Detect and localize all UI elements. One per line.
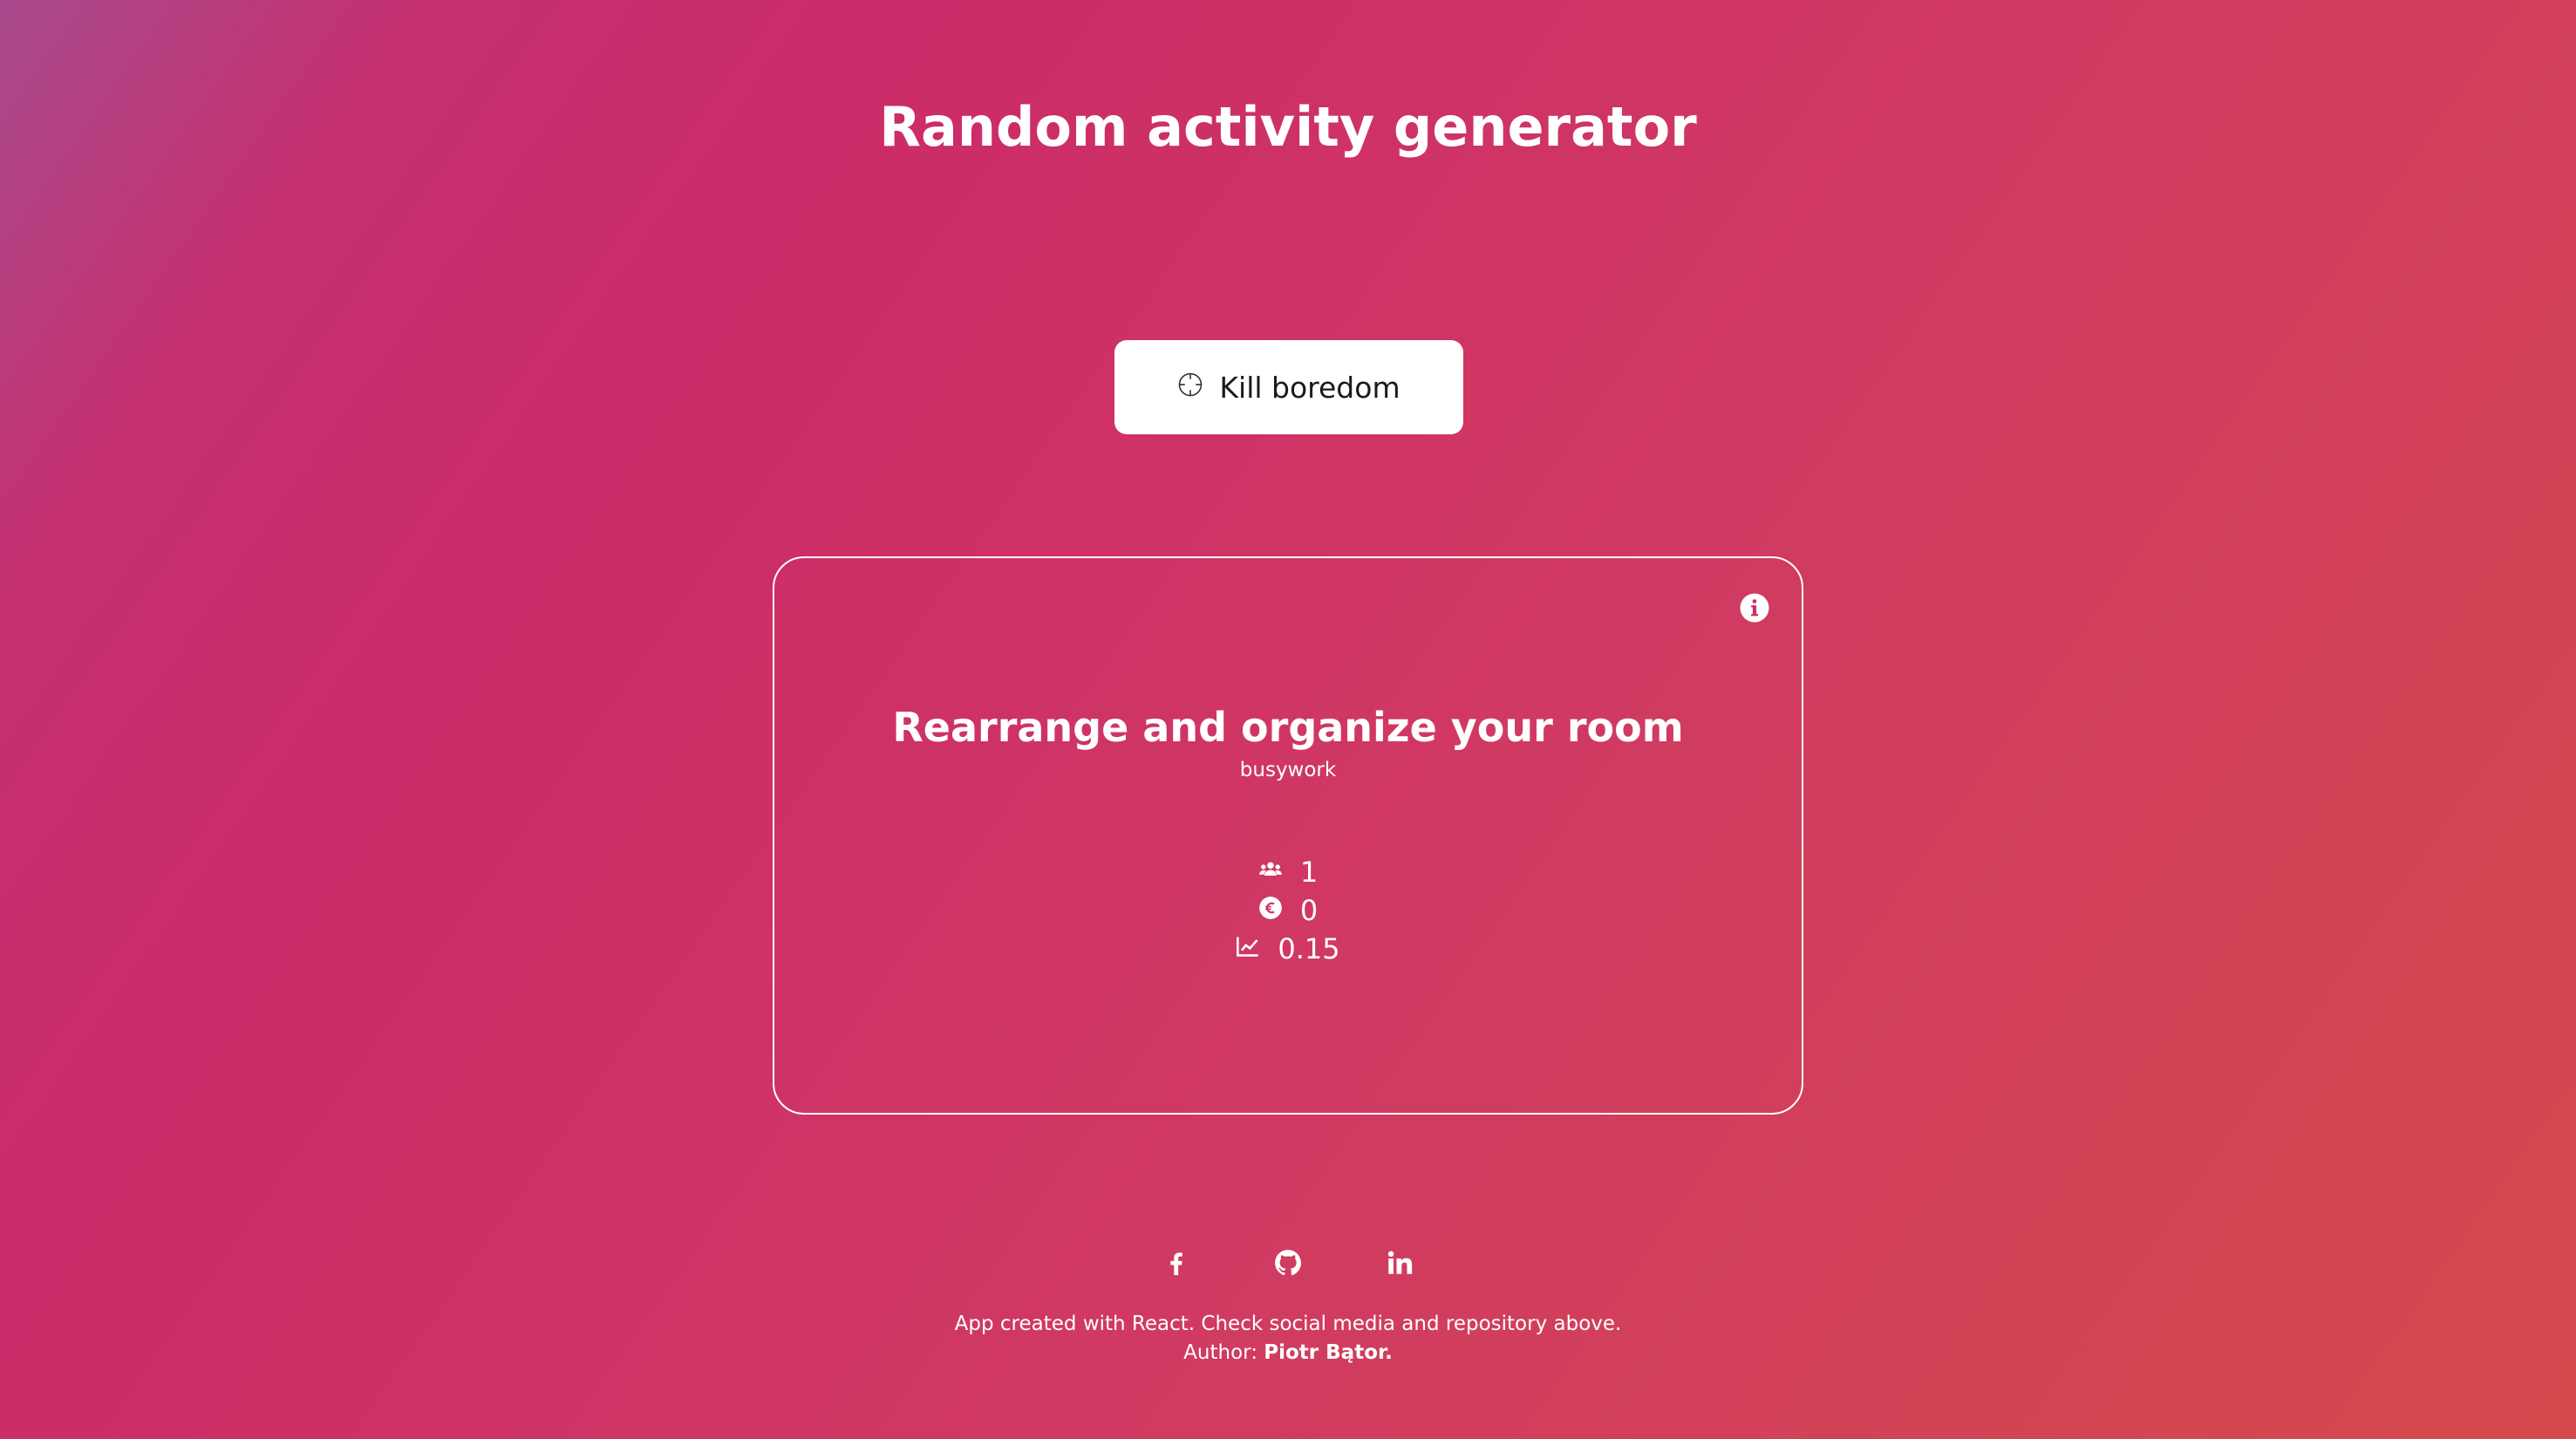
kill-boredom-button[interactable]: Kill boredom: [1114, 340, 1463, 434]
footer: App created with React. Check social med…: [0, 1310, 2576, 1367]
page-title: Random activity generator: [879, 95, 1697, 159]
price-value: 0: [1299, 894, 1319, 927]
kill-boredom-label: Kill boredom: [1219, 370, 1400, 405]
activity-stats: 1 0 0.15: [774, 853, 1802, 968]
social-links: [0, 1249, 2576, 1280]
activity-title: Rearrange and organize your room: [892, 704, 1684, 751]
footer-description: App created with React. Check social med…: [954, 1313, 1622, 1335]
stat-accessibility: 0.15: [774, 930, 1802, 968]
stat-price: 0: [774, 891, 1802, 930]
participants-value: 1: [1299, 856, 1319, 889]
linkedin-icon: [1385, 1248, 1414, 1281]
crosshair-icon: [1177, 371, 1203, 405]
footer-author: Author: Piotr Bątor.: [0, 1339, 2576, 1367]
activity-type: busywork: [1239, 759, 1337, 781]
euro-icon: [1258, 894, 1283, 927]
facebook-link[interactable]: [1161, 1249, 1192, 1280]
linkedin-link[interactable]: [1384, 1249, 1415, 1280]
facebook-icon: [1162, 1248, 1191, 1281]
author-name: Piotr Bątor.: [1264, 1341, 1393, 1364]
author-label: Author:: [1183, 1341, 1257, 1364]
github-icon: [1273, 1248, 1303, 1281]
stat-participants: 1: [774, 853, 1802, 891]
accessibility-chart-icon: [1236, 932, 1260, 965]
info-icon[interactable]: [1739, 592, 1770, 624]
participants-icon: [1258, 856, 1283, 889]
activity-card: Rearrange and organize your room busywor…: [773, 556, 1803, 1115]
accessibility-value: 0.15: [1278, 932, 1340, 965]
page: Random activity generator Kill boredom R…: [0, 0, 2576, 1439]
github-link[interactable]: [1272, 1249, 1304, 1280]
